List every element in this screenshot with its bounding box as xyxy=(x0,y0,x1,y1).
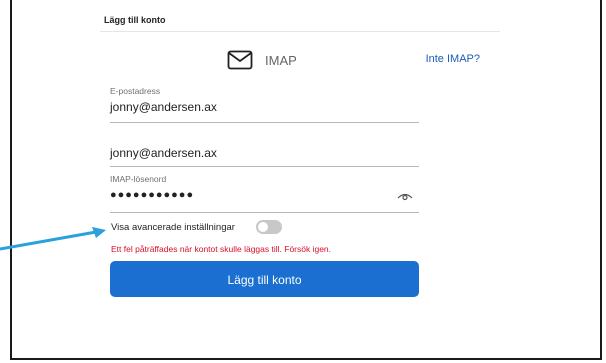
account-type-label: IMAP xyxy=(265,53,297,68)
email-field-label: E-postadress xyxy=(110,86,161,96)
add-account-button[interactable]: Lägg till konto xyxy=(110,261,419,297)
password-field-value: ●●●●●●●●●●● xyxy=(110,189,195,201)
account-type-row: IMAP Inte IMAP? xyxy=(110,50,480,74)
email-field[interactable]: E-postadress jonny@andersen.ax xyxy=(110,84,419,123)
advanced-settings-toggle[interactable] xyxy=(256,220,282,234)
advanced-settings-label: Visa avancerade inställningar xyxy=(111,222,235,233)
email-field-value: jonny@andersen.ax xyxy=(110,100,217,114)
username-field-value: jonny@andersen.ax xyxy=(110,146,217,160)
page-title: Lägg till konto xyxy=(104,15,166,25)
password-field[interactable]: IMAP-lösenord ●●●●●●●●●●● xyxy=(110,170,419,213)
password-field-label: IMAP-lösenord xyxy=(110,174,167,184)
toggle-knob xyxy=(258,222,268,232)
dialog-header: Lägg till konto xyxy=(100,6,500,32)
annotation-arrow-icon xyxy=(0,227,106,251)
mail-icon xyxy=(227,50,253,70)
show-password-icon[interactable] xyxy=(397,191,413,201)
error-message: Ett fel påträffades när kontot skulle lä… xyxy=(111,244,332,254)
not-imap-link[interactable]: Inte IMAP? xyxy=(426,53,480,65)
username-field[interactable]: jonny@andersen.ax xyxy=(110,140,419,167)
